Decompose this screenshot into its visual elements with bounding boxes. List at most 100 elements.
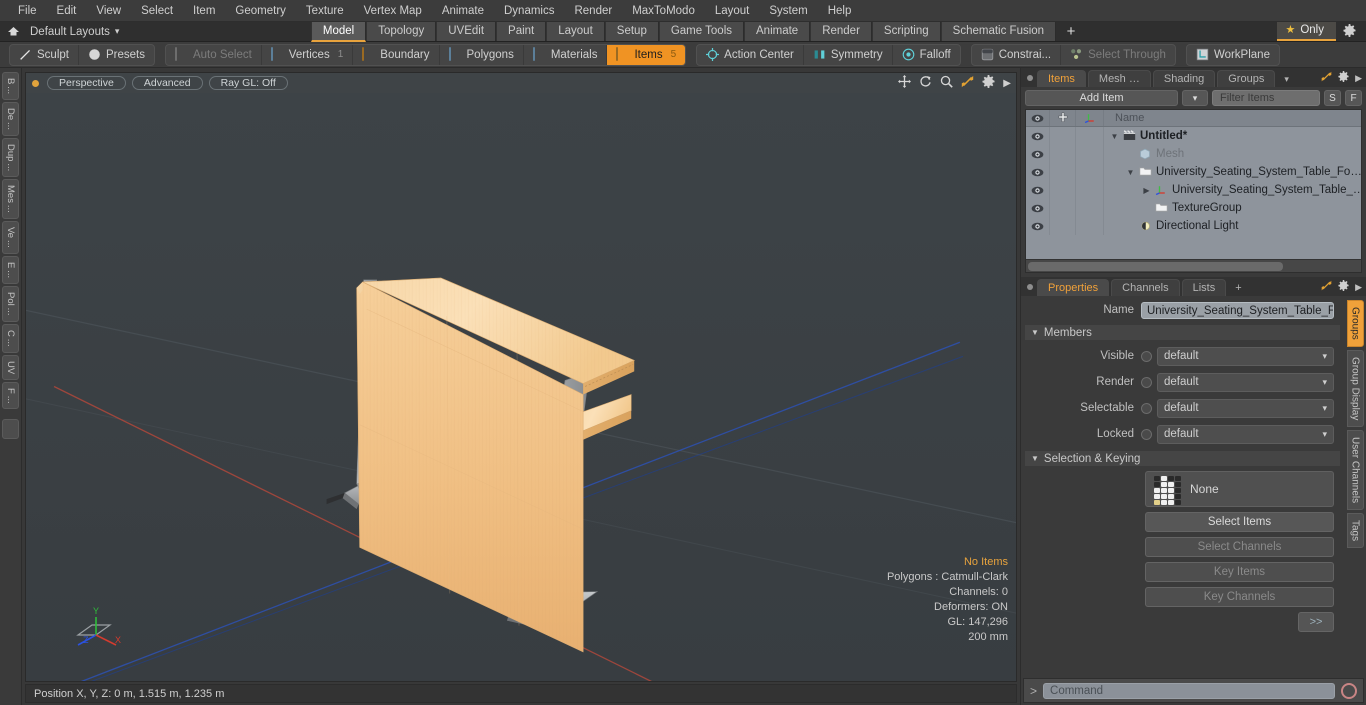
gear-icon[interactable] xyxy=(982,75,995,91)
items-tree-row[interactable]: ▼ Untitled* xyxy=(1026,127,1361,145)
right-tab-groups[interactable]: Groups xyxy=(1346,300,1364,347)
panel-dot-icon[interactable] xyxy=(1027,75,1033,81)
properties-tab-properties[interactable]: Properties xyxy=(1037,279,1110,296)
menu-item-system[interactable]: System xyxy=(759,0,817,22)
left-tool-tab-e[interactable]: E ... xyxy=(2,256,19,285)
member-dropdown-visible[interactable]: default ▾ xyxy=(1157,346,1334,366)
menu-item-edit[interactable]: Edit xyxy=(47,0,87,22)
items-tabs-overflow[interactable]: ▾ xyxy=(1277,70,1296,87)
lock-cell[interactable] xyxy=(1050,127,1076,145)
menu-item-layout[interactable]: Layout xyxy=(705,0,760,22)
items-tree-row[interactable]: ▼ University_Seating_System_Table_Fo… xyxy=(1026,163,1361,181)
add-item-button[interactable]: Add Item xyxy=(1025,90,1178,106)
items-tab-shading[interactable]: Shading xyxy=(1152,70,1216,87)
lock-cell[interactable] xyxy=(1050,199,1076,217)
toolbar-button-boundary[interactable]: Boundary xyxy=(353,44,440,65)
item-name-input[interactable]: University_Seating_System_Table_Fo xyxy=(1141,301,1334,319)
items-tab-items[interactable]: Items xyxy=(1037,70,1086,87)
menu-item-file[interactable]: File xyxy=(8,0,47,22)
toolbar-button-symmetry[interactable]: Symmetry xyxy=(804,44,893,65)
chevron-right-icon[interactable]: ▶ xyxy=(1355,282,1362,293)
toolbar-button-auto-select[interactable]: Auto Select xyxy=(166,44,262,65)
left-tool-tab-b[interactable]: B ... xyxy=(2,72,19,101)
items-tree-row[interactable]: Mesh xyxy=(1026,145,1361,163)
lock-cell[interactable] xyxy=(1050,145,1076,163)
gear-icon[interactable] xyxy=(1338,71,1349,85)
transform-cell[interactable] xyxy=(1076,127,1104,145)
layout-tab-uvedit[interactable]: UVEdit xyxy=(436,22,497,41)
toolbar-button-select-through[interactable]: Select Through xyxy=(1061,45,1175,65)
layout-tab-model[interactable]: Model xyxy=(310,21,367,42)
viewport-shading-advanced[interactable]: Advanced xyxy=(131,76,203,90)
filter-s-button[interactable]: S xyxy=(1324,90,1341,106)
transform-cell[interactable] xyxy=(1076,199,1104,217)
layout-tab-render[interactable]: Render xyxy=(810,22,872,41)
menu-item-animate[interactable]: Animate xyxy=(432,0,494,22)
visibility-eye-icon[interactable] xyxy=(1026,163,1050,181)
visibility-eye-icon[interactable] xyxy=(1026,181,1050,199)
chevron-right-icon[interactable]: ▶ xyxy=(1355,73,1362,84)
menu-item-render[interactable]: Render xyxy=(564,0,622,22)
viewport-3d[interactable]: No Items Polygons : Catmull-Clark Channe… xyxy=(26,93,1016,681)
twisty-open-icon[interactable]: ▼ xyxy=(1110,132,1119,141)
more-options-button[interactable]: >> xyxy=(1298,612,1334,632)
filter-items-input[interactable]: Filter Items xyxy=(1212,90,1320,106)
left-tool-tab-uv[interactable]: UV xyxy=(2,354,19,380)
selection-keying-section-header[interactable]: ▼ Selection & Keying xyxy=(1025,451,1340,466)
menu-item-geometry[interactable]: Geometry xyxy=(225,0,296,22)
toolbar-button-vertices[interactable]: Vertices 1 xyxy=(262,44,354,65)
menu-item-maxtomodo[interactable]: MaxToModo xyxy=(622,0,705,22)
menu-item-texture[interactable]: Texture xyxy=(296,0,354,22)
items-tab-mesh[interactable]: Mesh … xyxy=(1087,70,1151,87)
left-tool-tab-dup[interactable]: Dup ... xyxy=(2,138,19,178)
command-input[interactable]: Command xyxy=(1043,682,1335,699)
rotate-icon[interactable] xyxy=(919,75,932,91)
visibility-eye-icon[interactable] xyxy=(1026,199,1050,217)
right-tab-tags[interactable]: Tags xyxy=(1346,513,1364,549)
menu-item-view[interactable]: View xyxy=(86,0,131,22)
add-item-dropdown-button[interactable]: ▾ xyxy=(1182,90,1208,106)
transform-cell[interactable] xyxy=(1076,145,1104,163)
right-tab-group-display[interactable]: Group Display xyxy=(1346,349,1364,428)
visibility-eye-icon[interactable] xyxy=(1026,145,1050,163)
toolbar-button-materials[interactable]: Materials xyxy=(524,44,608,65)
items-tree-hscroll[interactable] xyxy=(1026,259,1361,272)
layout-tab-animate[interactable]: Animate xyxy=(744,22,811,41)
visibility-eye-icon[interactable] xyxy=(1026,217,1050,235)
viewport-mode-perspective[interactable]: Perspective xyxy=(47,76,126,90)
fit-icon[interactable] xyxy=(961,75,974,91)
twisty-closed-icon[interactable]: ▶ xyxy=(1142,186,1151,195)
toolbar-button-falloff[interactable]: Falloff xyxy=(893,45,960,65)
layout-tab-topology[interactable]: Topology xyxy=(366,22,437,41)
toolbar-button-constrai[interactable]: Constrai... xyxy=(972,44,1062,65)
menu-item-dynamics[interactable]: Dynamics xyxy=(494,0,564,22)
button-select-items[interactable]: Select Items xyxy=(1145,512,1334,532)
left-tool-tab-pol[interactable]: Pol ... xyxy=(2,286,19,322)
layout-tab-paint[interactable]: Paint xyxy=(496,22,547,41)
left-tool-tab-f[interactable]: F ... xyxy=(2,381,19,410)
layout-preset-selector[interactable]: Default Layouts ▾ xyxy=(26,26,119,38)
member-dropdown-render[interactable]: default ▾ xyxy=(1157,372,1334,392)
gear-icon[interactable] xyxy=(1338,280,1349,294)
lock-cell[interactable] xyxy=(1050,181,1076,199)
lock-cell[interactable] xyxy=(1050,163,1076,181)
left-tool-tab-c[interactable]: C ... xyxy=(2,323,19,353)
zoom-icon[interactable] xyxy=(940,75,954,91)
viewport-raygl-toggle[interactable]: Ray GL: Off xyxy=(208,76,288,90)
transform-cell[interactable] xyxy=(1076,181,1104,199)
menu-item-select[interactable]: Select xyxy=(131,0,183,22)
layout-tab-layout[interactable]: Layout xyxy=(546,22,605,41)
left-tool-tab-ve[interactable]: Ve ... xyxy=(2,221,19,255)
transform-cell[interactable] xyxy=(1076,217,1104,235)
chevron-right-icon[interactable]: ▶ xyxy=(1003,78,1011,89)
items-tree-row[interactable]: ▶ University_Seating_System_Table_… xyxy=(1026,181,1361,199)
member-toggle-locked[interactable] xyxy=(1141,428,1152,440)
right-tab-user-channels[interactable]: User Channels xyxy=(1346,430,1364,511)
left-tool-tab-mes[interactable]: Mes ... xyxy=(2,179,19,220)
layout-tab-scripting[interactable]: Scripting xyxy=(871,22,941,41)
member-dropdown-selectable[interactable]: default ▾ xyxy=(1157,398,1334,418)
layout-tab-game-tools[interactable]: Game Tools xyxy=(658,22,744,41)
properties-add-tab[interactable]: + xyxy=(1228,279,1248,296)
items-tree-row[interactable]: TextureGroup xyxy=(1026,199,1361,217)
properties-tab-lists[interactable]: Lists xyxy=(1181,279,1227,296)
